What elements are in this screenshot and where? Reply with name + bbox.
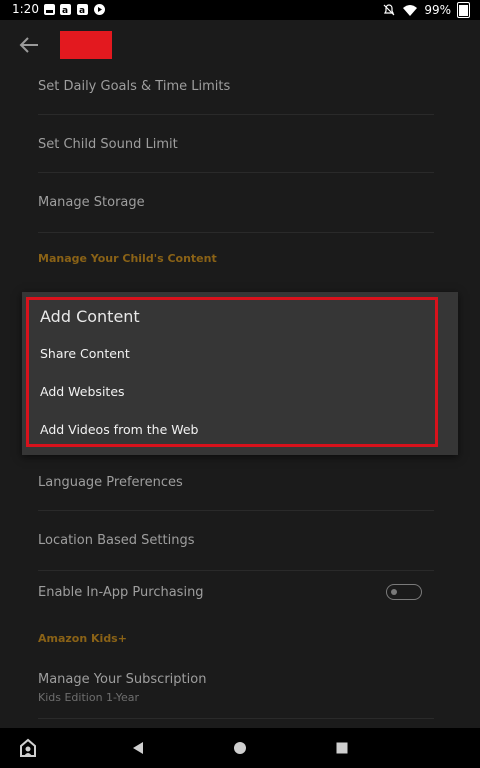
dialog-title: Add Content <box>40 307 140 326</box>
list-item-daily-goals[interactable]: Set Daily Goals & Time Limits <box>38 60 434 115</box>
menu-item-add-videos[interactable]: Add Videos from the Web <box>40 422 198 437</box>
list-item-label: Enable In-App Purchasing <box>38 585 204 600</box>
list-item-label: Set Child Sound Limit <box>38 137 178 152</box>
kids-home-icon <box>20 738 36 757</box>
notifications-muted-icon <box>383 4 395 16</box>
back-button[interactable] <box>118 728 158 768</box>
kids-home-button[interactable] <box>8 728 48 768</box>
svg-text:a: a <box>79 6 85 15</box>
play-notification-icon <box>94 4 105 15</box>
list-item-label: Location Based Settings <box>38 533 195 548</box>
amazon-notification-icon-2: a <box>77 4 88 15</box>
menu-item-share-content[interactable]: Share Content <box>40 346 130 361</box>
back-arrow-icon[interactable] <box>18 34 40 56</box>
status-bar: 1:20 a a 99% <box>0 0 480 20</box>
amazon-notification-icon: a <box>60 4 71 15</box>
home-circle-icon <box>234 742 246 754</box>
list-item-manage-storage[interactable]: Manage Storage <box>38 176 434 233</box>
status-time: 1:20 <box>12 2 39 16</box>
svg-text:a: a <box>62 6 68 15</box>
redacted-title <box>60 31 112 59</box>
list-item-subscription[interactable]: Manage Your Subscription Kids Edition 1-… <box>38 660 434 719</box>
recents-square-icon <box>336 742 348 754</box>
list-item-label: Set Daily Goals & Time Limits <box>38 79 231 94</box>
list-item-label: Manage Your Subscription <box>38 672 207 687</box>
battery-icon <box>457 2 470 18</box>
navigation-bar <box>0 728 480 768</box>
battery-percent: 99% <box>424 3 451 17</box>
home-button[interactable] <box>220 728 260 768</box>
menu-item-add-websites[interactable]: Add Websites <box>40 384 125 399</box>
list-item-label: Language Preferences <box>38 475 183 490</box>
recents-button[interactable] <box>322 728 362 768</box>
list-item-in-app-purchasing[interactable]: Enable In-App Purchasing <box>38 570 434 616</box>
section-header-content: Manage Your Child's Content <box>38 252 217 265</box>
section-header-kids-plus: Amazon Kids+ <box>38 632 127 645</box>
list-item-language[interactable]: Language Preferences <box>38 456 434 511</box>
in-app-purchasing-toggle[interactable] <box>386 584 422 600</box>
image-notification-icon <box>44 4 55 15</box>
list-item-sublabel: Kids Edition 1-Year <box>38 691 139 704</box>
list-item-label: Manage Storage <box>38 195 145 210</box>
wifi-icon <box>403 5 418 16</box>
list-item-location[interactable]: Location Based Settings <box>38 514 434 571</box>
back-triangle-icon <box>133 742 143 754</box>
list-item-sound-limit[interactable]: Set Child Sound Limit <box>38 118 434 173</box>
